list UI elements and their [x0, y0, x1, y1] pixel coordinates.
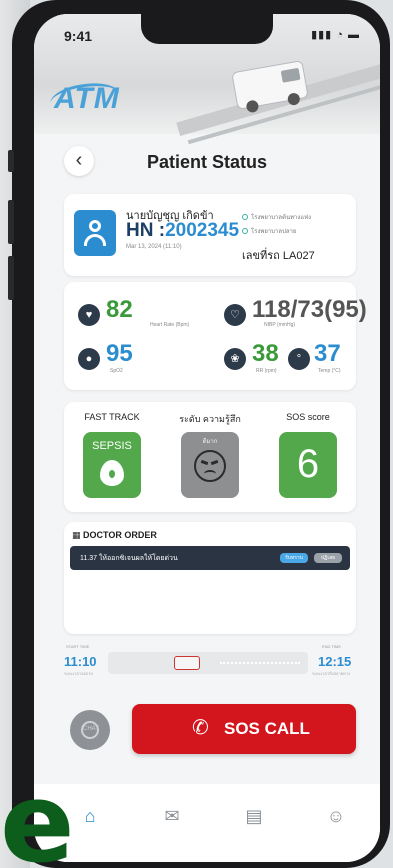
legend-origin-text: โรงพยาบาลต้นทางแห่ง	[251, 215, 312, 221]
nibp-unit: NIBP (mmHg)	[264, 322, 296, 328]
route-dots	[220, 662, 300, 664]
phone-volume-up	[8, 200, 14, 244]
start-time-label: START TIME	[66, 644, 90, 649]
phone-frame: ATM 9:41 ▮▮▮ ◔ ▬ ‹ Patient Status นายบัญ…	[8, 0, 390, 868]
thermometer-icon: °	[288, 348, 310, 370]
bottom-tab-bar: ⌂ ✉ ▤ ☺	[34, 784, 380, 862]
end-time-sub: ระยะเวลาถึงปลายทาง	[312, 671, 350, 676]
doctor-order-card: ▦ DOCTOR ORDER 11.37 ให้ออกซิเจนผลให้โดย…	[64, 522, 356, 634]
face-mouth	[204, 470, 216, 478]
spo2-value: 95	[106, 340, 133, 367]
patient-avatar	[74, 210, 116, 256]
blood-drop-icon	[100, 460, 124, 486]
spo2-unit: SpO2	[110, 368, 123, 374]
vitals-card: ♥ 82 Heart Rate (Bpm) ♡ 118/73(95) NIBP …	[64, 282, 367, 390]
hn-label: HN :	[126, 220, 166, 241]
chat-button[interactable]: CHAT	[70, 710, 110, 750]
rr-value: 38	[252, 340, 279, 367]
ambulance-icon	[174, 656, 200, 670]
doctor-order-row[interactable]: 11.37 ให้ออกซิเจนผลให้โดยด่วน รับทราบ ปฏ…	[70, 546, 350, 570]
legend-origin: โรงพยาบาลต้นทางแห่ง	[242, 212, 311, 222]
status-icons: ▮▮▮ ◔ ▬	[311, 29, 360, 41]
sos-score-value: 6	[296, 442, 320, 486]
top-bar: ‹ Patient Status	[34, 142, 380, 184]
acknowledge-button[interactable]: รับทราบ	[280, 553, 308, 563]
face-eye-right	[210, 459, 219, 466]
phone-silent-switch	[8, 150, 14, 172]
sad-face-icon	[194, 450, 226, 482]
fast-track-label: FAST TRACK	[84, 412, 140, 422]
ambulance-illustration	[231, 60, 309, 114]
phone-volume-down	[8, 256, 14, 300]
temp-value: 37	[314, 340, 341, 367]
reject-button[interactable]: ปฏิเสธ	[314, 553, 342, 563]
sos-score-label: SOS score	[286, 412, 330, 422]
patient-date: Mar 13, 2024 (11:10)	[126, 244, 182, 250]
triage-card: FAST TRACK ระดับ ความรู้สึก SOS score SE…	[64, 402, 356, 512]
feeling-value: ดีมาก	[202, 439, 218, 445]
end-time-label: END TIME	[322, 644, 342, 649]
blood-drop-inner	[109, 470, 115, 478]
legend-destination: โรงพยาบาลปลาย	[242, 226, 296, 236]
sos-call-label: SOS CALL	[224, 719, 310, 738]
tab-home-icon[interactable]: ⌂	[76, 802, 104, 830]
circle-icon	[242, 228, 248, 235]
oxygen-icon: ●	[78, 348, 100, 370]
sepsis-badge[interactable]: SEPSIS	[83, 432, 141, 498]
person-body-icon	[84, 234, 106, 246]
lungs-icon: ❀	[224, 348, 246, 370]
person-icon	[89, 220, 101, 232]
vehicle-number: เลขที่รถ LA027	[242, 250, 315, 262]
patient-hn: HN :2002345	[126, 220, 239, 242]
heart-rate-value: 82	[106, 296, 133, 323]
rr-unit: RR (rpm)	[256, 368, 277, 374]
heart-rate-unit: Heart Rate (Bpm)	[150, 322, 190, 328]
status-time: 9:41	[64, 28, 93, 44]
tab-calendar-icon[interactable]: ▤	[240, 802, 268, 830]
phone-notch	[141, 14, 273, 44]
trip-timeline: START TIME 11:10 ระยะเวลาออกรถ END TIME …	[64, 644, 356, 684]
end-time: 12:15	[318, 654, 352, 669]
start-time: 11:10	[64, 654, 97, 669]
phone-screen: ATM 9:41 ▮▮▮ ◔ ▬ ‹ Patient Status นายบัญ…	[34, 14, 380, 862]
trip-progress-bar	[108, 652, 308, 674]
sos-call-button[interactable]: ✆ SOS CALL	[132, 704, 356, 754]
clipboard-icon: ▦	[72, 530, 84, 540]
app-logo: ATM	[54, 82, 120, 115]
chat-icon: CHAT	[81, 721, 99, 739]
feeling-label: ระดับ ความรู้สึก	[179, 414, 241, 424]
page-title: Patient Status	[146, 152, 268, 172]
sos-score-badge[interactable]: 6	[279, 432, 337, 498]
patient-card[interactable]: นายบัญชุญ เกิดข้า HN :2002345 Mar 13, 20…	[64, 194, 356, 276]
circle-icon	[242, 214, 248, 221]
tab-inbox-icon[interactable]: ✉	[158, 802, 186, 830]
nibp-value: 118/73(95)	[252, 296, 367, 323]
heart-icon: ♥	[78, 304, 100, 326]
feeling-badge[interactable]: ดีมาก	[181, 432, 239, 498]
blood-pressure-icon: ♡	[224, 304, 246, 326]
face-eye-left	[200, 459, 209, 466]
phone-call-icon: ✆	[192, 717, 209, 739]
doctor-order-title-text: DOCTOR ORDER	[83, 530, 157, 540]
ambulance-window	[280, 67, 301, 83]
start-time-sub: ระยะเวลาออกรถ	[64, 671, 93, 676]
doctor-order-text: 11.37 ให้ออกซิเจนผลให้โดยด่วน	[80, 555, 178, 562]
overlay-letter: e	[0, 759, 75, 868]
tab-profile-icon[interactable]: ☺	[322, 802, 350, 830]
temp-unit: Temp (°C)	[318, 368, 341, 374]
legend-destination-text: โรงพยาบาลปลาย	[251, 229, 297, 235]
hn-value: 2002345	[165, 220, 240, 241]
sepsis-label: SEPSIS	[92, 440, 132, 452]
doctor-order-title: ▦ DOCTOR ORDER	[72, 530, 157, 541]
